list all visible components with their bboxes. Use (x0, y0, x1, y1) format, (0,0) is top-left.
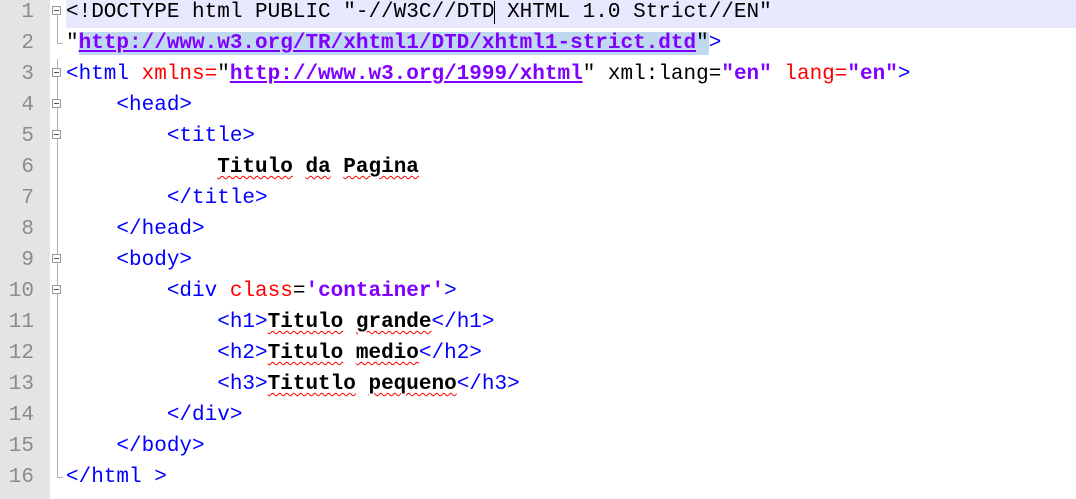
fold-end-marker-icon (50, 462, 66, 493)
code-line[interactable]: 15 </body> (0, 431, 1076, 462)
fold-line-marker (50, 214, 66, 245)
line-number: 7 (21, 187, 34, 210)
code-line[interactable]: 14 </div> (0, 400, 1076, 431)
line-number: 16 (8, 466, 34, 489)
code-line[interactable]: 7 </title> (0, 183, 1076, 214)
code-text-area[interactable]: </html > (66, 462, 1076, 493)
fold-toggle-icon[interactable] (50, 245, 66, 276)
line-number: 2 (21, 32, 34, 55)
code-line[interactable]: 6 Titulo da Pagina (0, 152, 1076, 183)
code-line[interactable]: 2 "http://www.w3.org/TR/xhtml1/DTD/xhtml1… (0, 28, 1076, 59)
code-text: </div> (66, 404, 243, 427)
fold-toggle-icon[interactable] (50, 276, 66, 307)
code-editor[interactable]: 1 <!DOCTYPE html PUBLIC "-//W3C//DTD XHTM… (0, 0, 1076, 499)
code-line[interactable]: 3 <html xmlns="http://www.w3.org/1999/xht… (0, 59, 1076, 90)
code-text-area[interactable]: </title> (66, 183, 1076, 214)
code-text: <title> (66, 125, 256, 148)
code-text-area[interactable]: <head> (66, 90, 1076, 121)
code-text-area[interactable]: <h2>Titulo medio</h2> (66, 338, 1076, 369)
line-number: 15 (8, 435, 34, 458)
code-text: <head> (66, 94, 193, 117)
code-text-area[interactable]: </div> (66, 400, 1076, 431)
code-text-area[interactable]: <!DOCTYPE html PUBLIC "-//W3C//DTD XHTML… (66, 0, 1076, 28)
code-text-area[interactable]: <div class='container'> (66, 276, 1076, 307)
code-text: </body> (66, 435, 205, 458)
fold-line-marker (50, 338, 66, 369)
line-number: 3 (21, 63, 34, 86)
fold-toggle-icon[interactable] (50, 59, 66, 90)
line-number: 8 (21, 218, 34, 241)
line-number: 11 (8, 311, 34, 334)
code-text-area[interactable]: <title> (66, 121, 1076, 152)
code-text-area[interactable]: </body> (66, 431, 1076, 462)
code-line[interactable]: 10 <div class='container'> (0, 276, 1076, 307)
code-text: <body> (66, 249, 193, 272)
code-text-area[interactable]: Titulo da Pagina (66, 152, 1076, 183)
text-caret (494, 1, 496, 24)
code-line[interactable]: 4 <head> (0, 90, 1076, 121)
code-line[interactable]: 8 </head> (0, 214, 1076, 245)
line-number: 13 (8, 373, 34, 396)
code-text-area[interactable]: <h3>Titutlo pequeno</h3> (66, 369, 1076, 400)
code-line[interactable]: 5 <title> (0, 121, 1076, 152)
fold-toggle-icon[interactable] (50, 121, 66, 152)
fold-toggle-icon[interactable] (50, 0, 66, 28)
code-text: </title> (66, 187, 268, 210)
code-text-area[interactable]: </head> (66, 214, 1076, 245)
fold-line-marker (50, 431, 66, 462)
code-text: <h1>Titulo grande</h1> (66, 311, 495, 334)
code-text: <div class='container'> (66, 280, 457, 303)
code-line[interactable]: 12 <h2>Titulo medio</h2> (0, 338, 1076, 369)
code-text: <html xmlns="http://www.w3.org/1999/xhtm… (66, 63, 911, 86)
line-number: 4 (21, 94, 34, 117)
code-line[interactable]: 11 <h1>Titulo grande</h1> (0, 307, 1076, 338)
fold-line-marker (50, 307, 66, 338)
code-line[interactable]: 1 <!DOCTYPE html PUBLIC "-//W3C//DTD XHTM… (0, 0, 1076, 28)
code-line[interactable]: 13 <h3>Titutlo pequeno</h3> (0, 369, 1076, 400)
code-line[interactable]: 9 <body> (0, 245, 1076, 276)
fold-line-marker (50, 369, 66, 400)
code-text: </html > (66, 466, 167, 489)
line-number: 6 (21, 156, 34, 179)
line-number: 12 (8, 342, 34, 365)
code-text: "http://www.w3.org/TR/xhtml1/DTD/xhtml1-… (66, 32, 722, 55)
code-line[interactable]: 16 </html > (0, 462, 1076, 493)
code-text: Titulo da Pagina (217, 156, 419, 179)
code-text-area[interactable]: <html xmlns="http://www.w3.org/1999/xhtm… (66, 59, 1076, 90)
code-text-area[interactable]: <body> (66, 245, 1076, 276)
fold-toggle-icon[interactable] (50, 90, 66, 121)
code-text: <h3>Titutlo pequeno</h3> (66, 373, 520, 396)
fold-line-marker (50, 152, 66, 183)
code-text: <h2>Titulo medio</h2> (66, 342, 482, 365)
code-text-area[interactable]: <h1>Titulo grande</h1> (66, 307, 1076, 338)
fold-line-marker (50, 183, 66, 214)
code-text-area[interactable]: "http://www.w3.org/TR/xhtml1/DTD/xhtml1-… (66, 28, 1076, 59)
line-number: 9 (21, 249, 34, 272)
code-text: <!DOCTYPE html PUBLIC "-//W3C//DTD XHTML… (66, 1, 772, 24)
line-number: 14 (8, 404, 34, 427)
line-number: 10 (8, 280, 34, 303)
line-number: 5 (21, 125, 34, 148)
fold-line-marker (50, 400, 66, 431)
code-text: </head> (66, 218, 205, 241)
line-number: 1 (21, 1, 34, 24)
fold-end-marker-icon (50, 28, 66, 59)
